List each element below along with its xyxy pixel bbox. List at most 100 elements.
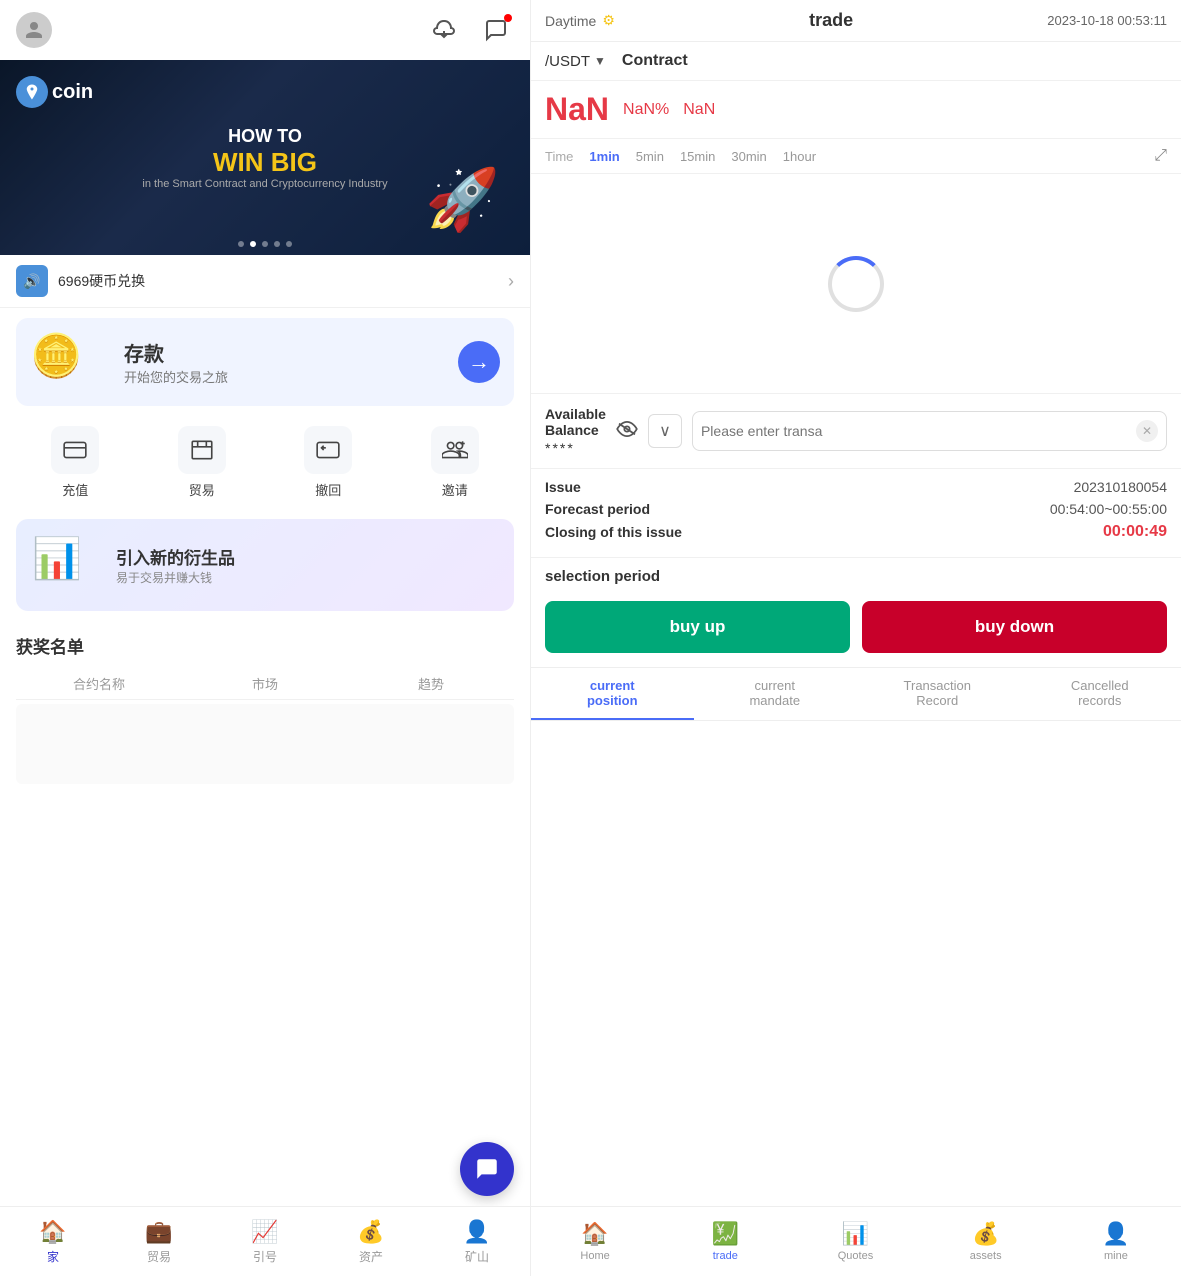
dot-3[interactable] (262, 241, 268, 247)
col-contract: 合约名称 (16, 674, 182, 693)
announcement-bar[interactable]: 🔊 6969硬币兑换 › (0, 255, 530, 308)
dot-5[interactable] (286, 241, 292, 247)
tab-current-mandate-label: currentmandate (749, 678, 800, 708)
col-market: 市场 (182, 674, 348, 693)
action-invite[interactable]: 邀请 (396, 426, 515, 499)
avatar (16, 12, 52, 48)
recharge-icon (51, 426, 99, 474)
col-trend: 趋势 (348, 674, 514, 693)
announcement-icon: 🔊 (16, 265, 48, 297)
invite-label: 邀请 (442, 480, 468, 499)
recharge-label: 充值 (62, 480, 88, 499)
rnav-quotes-label: Quotes (838, 1250, 873, 1262)
daytime-section: Daytime ⚙ (545, 12, 615, 29)
promo-title: 存款 (124, 338, 228, 367)
action-recharge[interactable]: 充值 (16, 426, 135, 499)
rnav-trade-label: trade (713, 1250, 738, 1262)
buy-down-button[interactable]: buy down (862, 601, 1167, 653)
promo-button[interactable]: → (458, 341, 500, 383)
tab-transaction-record[interactable]: TransactionRecord (856, 668, 1019, 720)
logo-icon (16, 76, 48, 108)
winners-header: 合约名称 市场 趋势 (16, 668, 514, 700)
tab-cancelled-records-label: Cancelledrecords (1071, 678, 1129, 708)
price-area: NaN NaN% NaN (531, 81, 1181, 139)
rnav-trade-icon: 💹 (712, 1221, 739, 1247)
rnav-home-label: Home (580, 1250, 609, 1262)
tab-cancelled-records[interactable]: Cancelledrecords (1019, 668, 1181, 720)
tab-30min[interactable]: 30min (731, 149, 766, 164)
chart-area (531, 174, 1181, 394)
download-icon[interactable] (426, 12, 462, 48)
time-label: Time (545, 149, 573, 164)
time-tabs: Time 1min 5min 15min 30min 1hour ⤢ (531, 139, 1181, 174)
banner-how-to: HOW TO (142, 126, 387, 147)
rnav-mine-label: mine (1104, 1250, 1128, 1262)
nav-quotes[interactable]: 📈 引号 (212, 1207, 318, 1276)
action-trade[interactable]: 贸易 (143, 426, 262, 499)
pair-bar: /USDT ▼ Contract (531, 42, 1181, 81)
feature-subtitle: 易于交易并赚大钱 (116, 569, 235, 586)
left-panel: coin HOW TO WIN BIG in the Smart Contrac… (0, 0, 530, 1276)
closing-label: Closing of this issue (545, 524, 682, 540)
contract-label: Contract (622, 52, 688, 70)
dot-1[interactable] (238, 241, 244, 247)
trade-icon (178, 426, 226, 474)
nav-home[interactable]: 🏠 家 (0, 1207, 106, 1276)
tab-5min[interactable]: 5min (636, 149, 664, 164)
nav-trade[interactable]: 💼 贸易 (106, 1207, 212, 1276)
action-withdraw[interactable]: 撤回 (269, 426, 388, 499)
timestamp: 2023-10-18 00:53:11 (1047, 13, 1167, 28)
selection-period: selection period (531, 558, 1181, 601)
feature-banner: 📊 引入新的衍生品 易于交易并赚大钱 (16, 519, 514, 611)
promo-image: 🪙 (30, 332, 110, 392)
rnav-home-icon: 🏠 (581, 1221, 608, 1247)
rocket-icon: 🚀 (425, 164, 500, 235)
promo-card: 🪙 存款 开始您的交易之旅 → (16, 318, 514, 406)
expand-icon[interactable]: ⤢ (1154, 147, 1167, 165)
price-main: NaN (545, 91, 609, 128)
nav-assets[interactable]: 💰 资产 (318, 1207, 424, 1276)
rnav-assets[interactable]: 💰 assets (921, 1207, 1051, 1276)
forecast-value: 00:54:00~00:55:00 (1050, 501, 1167, 517)
nav-mine[interactable]: 👤 矿山 (424, 1207, 530, 1276)
pair-name: /USDT (545, 53, 590, 70)
tab-15min[interactable]: 15min (680, 149, 715, 164)
rnav-mine[interactable]: 👤 mine (1051, 1207, 1181, 1276)
gear-icon[interactable]: ⚙ (602, 12, 615, 29)
closing-value: 00:00:49 (1103, 523, 1167, 541)
mine-icon: 👤 (463, 1219, 490, 1245)
nav-assets-label: 资产 (359, 1248, 383, 1265)
invite-icon (431, 426, 479, 474)
dot-2[interactable] (250, 241, 256, 247)
banner-logo: coin (16, 76, 93, 108)
home-icon: 🏠 (39, 1219, 66, 1245)
banner: coin HOW TO WIN BIG in the Smart Contrac… (0, 60, 530, 255)
tab-transaction-record-label: TransactionRecord (904, 678, 971, 708)
message-badge (504, 14, 512, 22)
rnav-home[interactable]: 🏠 Home (530, 1207, 660, 1276)
winners-empty (16, 704, 514, 784)
header-icons (426, 12, 514, 48)
tab-current-mandate[interactable]: currentmandate (694, 668, 857, 720)
rnav-quotes[interactable]: 📊 Quotes (790, 1207, 920, 1276)
tab-1min[interactable]: 1min (589, 149, 619, 164)
nav-quotes-label: 引号 (253, 1248, 277, 1265)
chat-fab[interactable] (460, 1142, 514, 1196)
rnav-assets-icon: 💰 (972, 1221, 999, 1247)
tab-current-position[interactable]: currentposition (531, 668, 694, 720)
tab-1hour[interactable]: 1hour (783, 149, 816, 164)
dot-4[interactable] (274, 241, 280, 247)
assets-icon: 💰 (357, 1219, 384, 1245)
rnav-trade[interactable]: 💹 trade (660, 1207, 790, 1276)
message-icon[interactable] (478, 12, 514, 48)
issue-row: Issue 202310180054 (545, 479, 1167, 495)
balance-chevron[interactable]: ∨ (648, 414, 682, 448)
balance-eye-icon[interactable] (616, 420, 638, 443)
transaction-input[interactable] (701, 423, 1136, 439)
pair-selector[interactable]: /USDT ▼ (545, 53, 606, 70)
issue-value: 202310180054 (1074, 479, 1167, 495)
withdraw-label: 撤回 (315, 480, 341, 499)
clear-icon[interactable]: ✕ (1136, 420, 1158, 442)
buy-up-button[interactable]: buy up (545, 601, 850, 653)
trade-info: Issue 202310180054 Forecast period 00:54… (531, 469, 1181, 558)
